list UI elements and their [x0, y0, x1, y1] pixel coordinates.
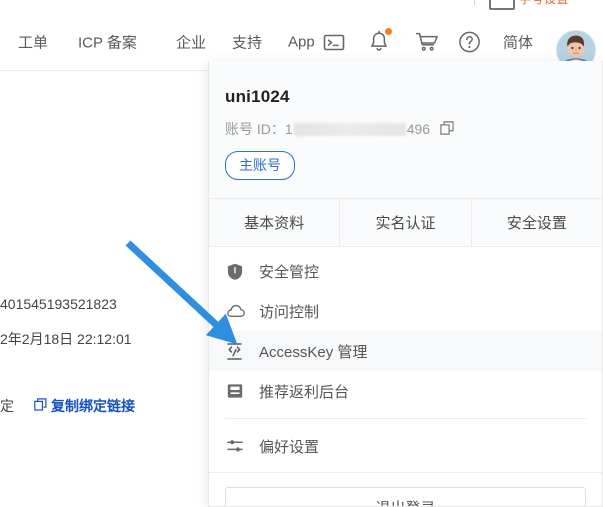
- menu-item-label: 偏好设置: [259, 438, 320, 456]
- help-circle-icon[interactable]: [458, 31, 481, 54]
- background-content-panel: 401545193521823 2年2月18日 22:12:01 定 复制绑定链…: [0, 72, 209, 507]
- logout-button[interactable]: 退出登录: [225, 487, 586, 506]
- menu-item-label: 推荐返利后台: [259, 383, 350, 401]
- menu-item-accesskey[interactable]: AccessKey 管理: [209, 331, 602, 371]
- menu-item-security-control[interactable]: 安全管控: [209, 251, 602, 291]
- menu-item-access-control[interactable]: 访问控制: [209, 291, 602, 331]
- background-order-id: 401545193521823: [0, 296, 117, 312]
- menu-item-label: 访问控制: [259, 303, 320, 321]
- account-menu-list: 安全管控 访问控制 AccessKey 管理 推荐返利后台 偏好设置: [209, 247, 602, 466]
- account-dropdown-footer: 退出登录: [209, 472, 602, 506]
- nav-link-tickets[interactable]: 工单: [18, 32, 48, 53]
- account-id-row: 账号 ID： 1 496: [225, 119, 602, 139]
- cloud-icon: [227, 304, 247, 318]
- account-type-badge[interactable]: 主账号: [225, 151, 295, 180]
- terminal-icon[interactable]: [323, 31, 345, 53]
- account-id-suffix: 496: [406, 121, 431, 137]
- language-switcher[interactable]: 简体: [503, 32, 533, 53]
- rebate-icon: [227, 383, 247, 399]
- account-tabs: 基本资料 实名认证 安全设置: [209, 198, 602, 247]
- toolbar-divider: [474, 0, 475, 5]
- menu-item-rebate[interactable]: 推荐返利后台: [209, 371, 602, 411]
- menu-item-label: AccessKey 管理: [259, 343, 368, 361]
- accesskey-icon: [227, 342, 247, 360]
- toolbar-mini-label: 字号设置: [519, 0, 569, 7]
- account-dropdown-panel: uni1024 账号 ID： 1 496 主账号 基本资料 实名认证 安全设置 …: [208, 61, 603, 507]
- shield-icon: [227, 263, 247, 280]
- sliders-icon: [227, 438, 247, 454]
- menu-item-preferences[interactable]: 偏好设置: [209, 426, 602, 466]
- bell-icon[interactable]: [368, 28, 392, 54]
- account-id-label: 账号 ID：: [225, 121, 285, 137]
- menu-item-label: 安全管控: [259, 263, 320, 281]
- tab-security-settings[interactable]: 安全设置: [472, 199, 602, 246]
- shopping-cart-icon[interactable]: [415, 31, 439, 53]
- copy-icon[interactable]: [440, 120, 454, 138]
- nav-link-enterprise[interactable]: 企业: [176, 32, 206, 53]
- tab-real-name[interactable]: 实名认证: [340, 199, 472, 246]
- background-datetime: 2年2月18日 22:12:01: [0, 331, 132, 347]
- menu-divider: [225, 418, 586, 419]
- account-id-redacted-mask: [293, 122, 406, 136]
- copy-icon[interactable]: [34, 398, 47, 416]
- tab-basic-info[interactable]: 基本资料: [209, 199, 341, 246]
- nav-link-support[interactable]: 支持: [232, 32, 262, 53]
- account-username: uni1024: [225, 87, 290, 106]
- display-box-icon[interactable]: [489, 0, 515, 10]
- nav-link-icp[interactable]: ICP 备案: [78, 32, 137, 53]
- cutoff-toolbar-strip: 字号设置: [0, 0, 603, 14]
- copy-bind-link-button[interactable]: 复制绑定链接: [51, 396, 135, 416]
- background-bind-label: 定: [0, 398, 14, 414]
- account-summary-header: uni1024 账号 ID： 1 496 主账号: [209, 61, 602, 198]
- account-id-prefix: 1: [284, 121, 293, 137]
- nav-link-app[interactable]: App: [288, 34, 315, 51]
- notification-badge-dot: [385, 28, 392, 35]
